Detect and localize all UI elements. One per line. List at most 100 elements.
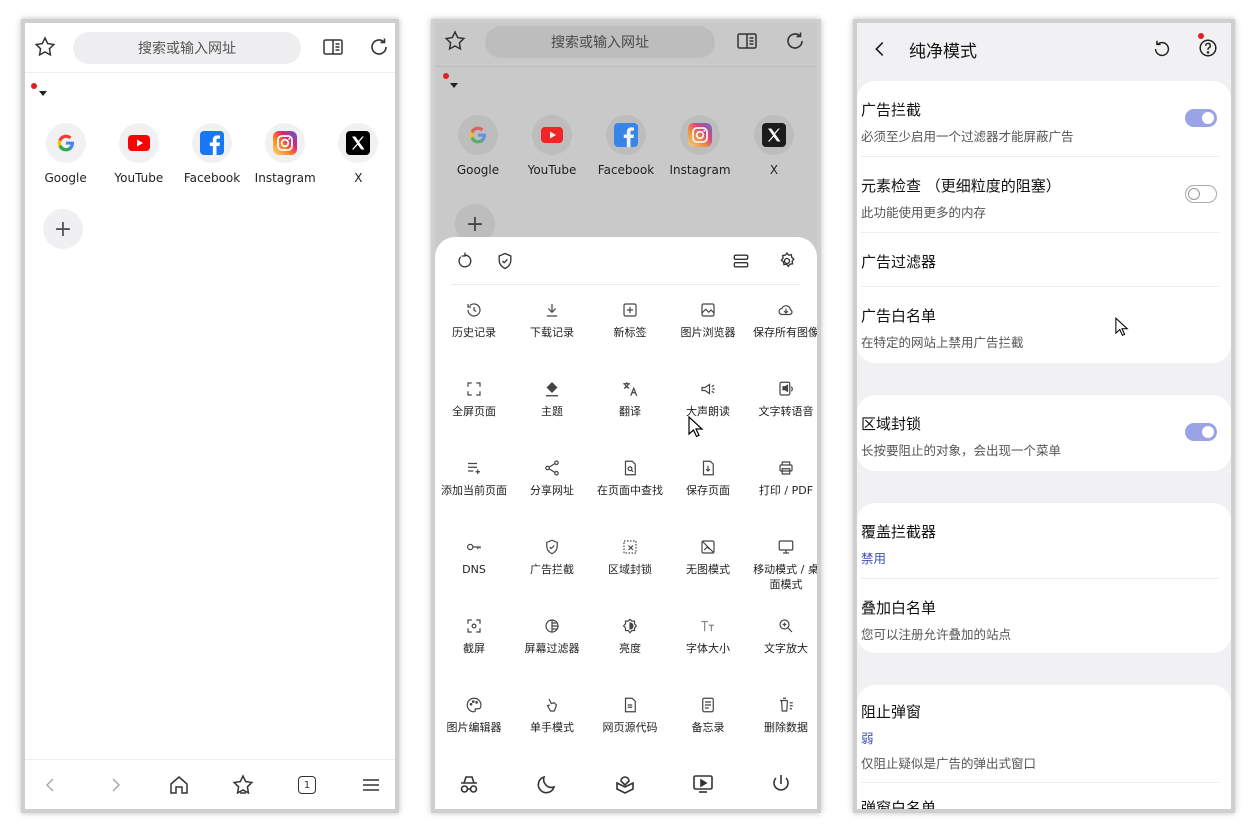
menu-add-page[interactable]: 添加当前页面 (435, 451, 513, 530)
night-mode-icon[interactable] (535, 772, 559, 796)
shortcut-facebook[interactable]: Facebook (175, 123, 248, 185)
source-code-icon (624, 697, 636, 713)
menu-hamburger-icon[interactable] (359, 773, 383, 797)
menu-screenshot[interactable]: 截屏 (435, 609, 513, 688)
row-subtitle: 您可以注册允许叠加的站点 (861, 627, 1012, 642)
menu-translate[interactable]: 翻译 (591, 372, 669, 451)
shield-check-icon[interactable] (495, 251, 515, 271)
menu-read-aloud[interactable]: 大声朗读 (669, 372, 747, 451)
row-subtitle: 仅阻止疑似是广告的弹出式窗口 (861, 756, 1037, 771)
address-bar[interactable]: 搜索或输入网址 (485, 26, 715, 58)
rotate-icon[interactable] (455, 251, 475, 271)
shortcut-x[interactable]: X (322, 123, 395, 185)
address-bar[interactable]: 搜索或输入网址 (73, 32, 301, 64)
menu-share[interactable]: 分享网址 (513, 451, 591, 530)
menu-item-label: 文字转语音 (758, 405, 814, 418)
menu-dns[interactable]: DNS (435, 530, 513, 609)
menu-area-block[interactable]: 区域封锁 (591, 530, 669, 609)
shortcut-label: Facebook (183, 171, 241, 185)
overlay-blocker-row[interactable]: 覆盖拦截器 禁用 (861, 503, 1219, 579)
settings-header: 纯净模式 (857, 23, 1231, 75)
dns-key-icon (467, 543, 481, 551)
menu-save-all-images[interactable]: 保存所有图像 (747, 293, 817, 372)
menu-item-label: 区域封锁 (608, 563, 652, 576)
menu-font-size[interactable]: 字体大小 (669, 609, 747, 688)
element-inspect-toggle[interactable] (1185, 185, 1217, 203)
menu-image-browser[interactable]: 图片浏览器 (669, 293, 747, 372)
shortcut-instagram[interactable]: Instagram (249, 123, 322, 185)
shield-icon (546, 539, 558, 555)
element-inspect-row[interactable]: 元素检查 （更细粒度的阻塞） 此功能使用更多的内存 (861, 157, 1219, 233)
menu-print[interactable]: 打印 / PDF (747, 451, 817, 530)
shortcut-x[interactable]: X (737, 115, 811, 177)
popup-block-row[interactable]: 阻止弹窗 弱 仅阻止疑似是广告的弹出式窗口 (861, 685, 1219, 783)
back-arrow-icon[interactable] (39, 773, 63, 797)
shortcut-instagram[interactable]: Instagram (663, 115, 737, 177)
star-bookmark-icon[interactable] (33, 35, 57, 59)
shortcut-label: Instagram (669, 163, 731, 177)
ad-whitelist-row[interactable]: 广告白名单 在特定的网站上禁用广告拦截 (861, 287, 1219, 361)
row-title: 阻止弹窗 (861, 703, 922, 721)
reader-mode-icon[interactable] (321, 35, 345, 59)
translate-icon (623, 382, 638, 396)
overlay-whitelist-row[interactable]: 叠加白名单 您可以注册允许叠加的站点 (861, 579, 1219, 653)
menu-text-zoom[interactable]: 文字放大 (747, 609, 817, 688)
layout-icon[interactable] (731, 251, 751, 271)
shortcut-google[interactable]: Google (29, 123, 102, 185)
menu-one-hand[interactable]: 单手模式 (513, 688, 591, 767)
menu-page-source[interactable]: 网页源代码 (591, 688, 669, 767)
row-title: 元素检查 （更细粒度的阻塞） (861, 177, 1061, 195)
reload-icon[interactable] (783, 29, 807, 53)
menu-fullscreen[interactable]: 全屏页面 (435, 372, 513, 451)
row-title: 覆盖拦截器 (861, 523, 937, 541)
menu-image-editor[interactable]: 图片编辑器 (435, 688, 513, 767)
area-block-toggle[interactable] (1185, 423, 1217, 441)
menu-delete-data[interactable]: 删除数据 (747, 688, 817, 767)
ad-filters-row[interactable]: 广告过滤器 (861, 233, 1219, 287)
shortcut-youtube[interactable]: YouTube (102, 123, 175, 185)
menu-screen-filter[interactable]: 屏幕过滤器 (513, 609, 591, 688)
shortcut-facebook[interactable]: Facebook (589, 115, 663, 177)
ad-block-row[interactable]: 广告拦截 必须至少启用一个过滤器才能屏蔽广告 (861, 81, 1219, 157)
shortcut-youtube[interactable]: YouTube (515, 115, 589, 177)
power-icon[interactable] (769, 772, 793, 796)
bookmarks-star-icon[interactable] (231, 773, 255, 797)
tabs-button[interactable]: 1 (295, 773, 319, 797)
menu-new-tab[interactable]: 新标签 (591, 293, 669, 372)
menu-desktop-mode[interactable]: 移动模式 / 桌面模式 (747, 530, 817, 609)
area-block-row[interactable]: 区域封锁 长按要阻止的对象，会出现一个菜单 (861, 395, 1219, 471)
settings-gear-icon[interactable] (777, 251, 797, 271)
incognito-icon[interactable] (457, 772, 481, 796)
media-play-icon[interactable] (691, 772, 715, 796)
star-bookmark-icon[interactable] (443, 29, 467, 53)
reader-mode-icon[interactable] (735, 29, 759, 53)
shortcut-google[interactable]: Google (441, 115, 515, 177)
home-icon[interactable] (167, 773, 191, 797)
menu-theme[interactable]: 主题 (513, 372, 591, 451)
address-placeholder: 搜索或输入网址 (551, 35, 649, 51)
chevron-down-icon[interactable] (39, 91, 47, 96)
download-icon (546, 304, 558, 317)
menu-item-label: 全屏页面 (452, 405, 496, 418)
chevron-down-icon[interactable] (450, 83, 458, 88)
notification-dot (31, 83, 37, 89)
help-icon[interactable] (1197, 37, 1219, 59)
menu-find-in-page[interactable]: 在页面中查找 (591, 451, 669, 530)
font-size-icon (701, 620, 714, 632)
ad-block-toggle[interactable] (1185, 109, 1217, 127)
menu-no-image[interactable]: 无图模式 (669, 530, 747, 609)
popup-whitelist-row[interactable]: 弹窗白名单 (861, 783, 1219, 809)
menu-memo[interactable]: 备忘录 (669, 688, 747, 767)
menu-save-page[interactable]: 保存页面 (669, 451, 747, 530)
menu-history[interactable]: 历史记录 (435, 293, 513, 372)
menu-brightness[interactable]: 亮度 (591, 609, 669, 688)
menu-ad-block[interactable]: 广告拦截 (513, 530, 591, 609)
forward-arrow-icon[interactable] (103, 773, 127, 797)
add-shortcut-button[interactable]: + (43, 209, 83, 249)
clean-mode-icon[interactable] (613, 772, 637, 796)
reset-icon[interactable] (1151, 38, 1173, 60)
reload-icon[interactable] (367, 35, 391, 59)
menu-text-to-speech[interactable]: 文字转语音 (747, 372, 817, 451)
menu-downloads[interactable]: 下载记录 (513, 293, 591, 372)
back-chevron-icon[interactable] (869, 38, 891, 60)
